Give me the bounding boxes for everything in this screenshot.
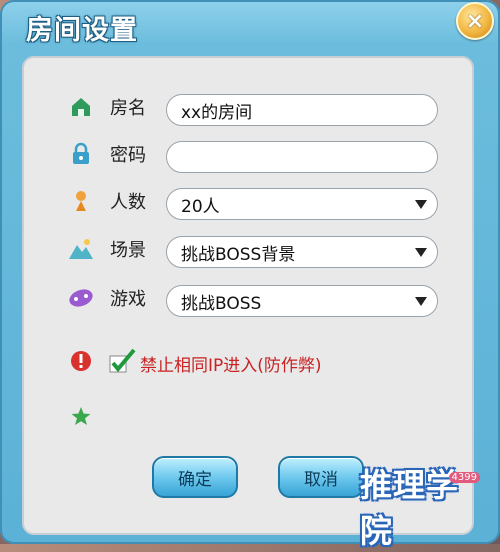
room-settings-dialog: 房间设置 × 房名 xx的房间 密码 人数 20人 场景 挑战BOSS背景 游戏… <box>0 0 500 550</box>
star-icon <box>68 404 94 430</box>
logo-badge: 4399 <box>448 472 480 483</box>
room-name-row: 房名 <box>68 94 166 120</box>
room-name-input[interactable]: xx的房间 <box>166 94 438 126</box>
dropdown-arrow-icon <box>415 297 427 306</box>
mountain-icon <box>68 236 94 262</box>
players-label: 人数 <box>110 192 146 213</box>
anti-cheat-label: 禁止相同IP进入(防作弊) <box>140 355 322 376</box>
dropdown-arrow-icon <box>415 248 427 257</box>
confirm-button[interactable]: 确定 <box>152 456 238 498</box>
players-select[interactable]: 20人 <box>166 188 438 220</box>
game-select[interactable]: 挑战BOSS <box>166 285 438 317</box>
scene-label: 场景 <box>110 240 146 261</box>
close-button[interactable]: × <box>456 2 494 40</box>
cancel-button[interactable]: 取消 <box>278 456 364 498</box>
scene-value: 挑战BOSS背景 <box>181 244 296 265</box>
game-row: 游戏 <box>68 285 166 311</box>
warning-row <box>68 348 94 374</box>
lock-icon <box>68 141 94 167</box>
dropdown-arrow-icon <box>415 200 427 209</box>
players-row: 人数 <box>68 188 166 214</box>
game-label: 游戏 <box>110 289 146 310</box>
checkmark-icon <box>108 348 136 378</box>
players-value: 20人 <box>181 196 220 217</box>
room-name-label: 房名 <box>110 98 146 119</box>
anti-cheat-checkbox[interactable]: 禁止相同IP进入(防作弊) <box>108 348 322 378</box>
gamepad-icon <box>68 285 94 311</box>
person-icon <box>68 188 94 214</box>
password-row: 密码 <box>68 141 166 167</box>
password-label: 密码 <box>110 145 146 166</box>
dialog-title: 房间设置 <box>26 15 138 46</box>
close-icon: × <box>465 8 485 34</box>
scene-select[interactable]: 挑战BOSS背景 <box>166 236 438 268</box>
warning-icon <box>68 348 94 374</box>
star-row <box>68 404 94 430</box>
home-icon <box>68 94 94 120</box>
scene-row: 场景 <box>68 236 166 262</box>
logo: 推理学院 4399 <box>360 466 490 550</box>
password-input[interactable] <box>166 141 438 173</box>
game-value: 挑战BOSS <box>181 293 262 314</box>
